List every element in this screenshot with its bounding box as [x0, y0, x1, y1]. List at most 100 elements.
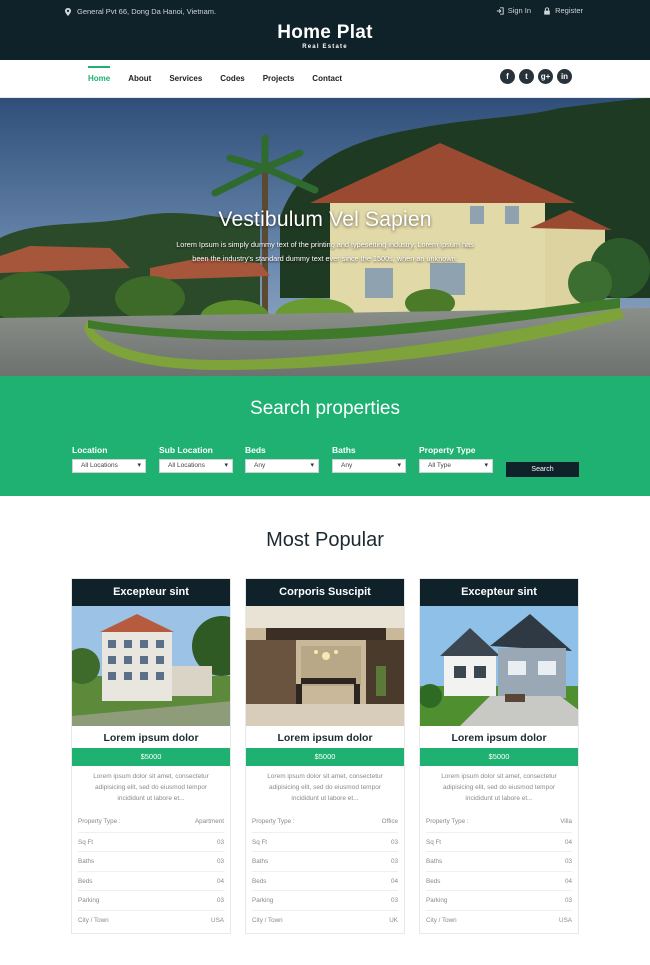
nav-item-home[interactable]: Home	[88, 60, 111, 98]
facebook-icon[interactable]: f	[500, 69, 515, 84]
baths-select[interactable]: Any	[332, 459, 406, 473]
detail-value: Villa	[560, 818, 572, 825]
address-text: General Pvt 66, Dong Da Hanoi, Vietnam.	[77, 7, 217, 16]
sub-location-select[interactable]: All Locations	[159, 459, 233, 473]
search-title: Search properties	[250, 398, 400, 419]
map-marker-icon	[64, 7, 72, 16]
property-card[interactable]: Excepteur sint Lorem ipsum dolor $5000 L…	[419, 578, 579, 934]
social-links: f t g+ in	[500, 69, 572, 84]
search-button[interactable]: Search	[506, 462, 579, 477]
detail-value: 03	[390, 897, 398, 905]
beds-field: Beds Any	[245, 445, 319, 473]
beds-select[interactable]: Any	[245, 459, 319, 473]
detail-label: Sq Ft	[78, 838, 94, 846]
brand-logo[interactable]: Home Plat Real Estate	[0, 22, 650, 50]
price-badge: $5000	[246, 748, 404, 766]
beds-label: Beds	[245, 445, 266, 455]
detail-value: 03	[564, 858, 572, 866]
detail-row: Beds 04	[78, 870, 224, 891]
search-section: Search properties Location All Locations…	[0, 376, 650, 496]
detail-label: Property Type :	[78, 818, 121, 825]
property-description: Lorem ipsum dolor sit amet, consectetur …	[93, 773, 209, 802]
detail-row: Baths 03	[252, 851, 398, 871]
detail-row: Sq Ft 04	[426, 831, 572, 852]
detail-value: Apartment	[194, 818, 224, 825]
property-description: Lorem ipsum dolor sit amet, consectetur …	[441, 773, 557, 802]
property-description: Lorem ipsum dolor sit amet, consectetur …	[267, 773, 383, 802]
hero-title: Vestibulum Vel Sapien	[218, 208, 432, 231]
nav-item-services[interactable]: Services	[169, 60, 202, 98]
address-info: General Pvt 66, Dong Da Hanoi, Vietnam.	[64, 7, 216, 16]
card-heading: Corporis Suscipit	[246, 579, 404, 606]
property-details: Property Type : Villa Sq Ft 04 Baths 03 Bed…	[420, 812, 578, 930]
location-label: Location	[72, 445, 108, 455]
detail-label: Parking	[426, 897, 448, 905]
detail-value: UK	[389, 916, 398, 924]
nav-item-contact[interactable]: Contact	[312, 60, 342, 98]
property-details: Property Type : Apartment Sq Ft 03 Baths 03…	[72, 812, 230, 930]
price-badge: $5000	[72, 748, 230, 766]
price-badge: $5000	[420, 748, 578, 766]
detail-label: Beds	[426, 877, 441, 885]
auth-links: Sign In Register	[496, 6, 583, 15]
property-name: Lorem ipsum dolor	[103, 732, 199, 744]
nav-menu: Home About Services Codes Projects Conta…	[88, 60, 360, 98]
detail-row: Property Type : Apartment	[78, 812, 224, 832]
hero-text: Lorem Ipsum is simply dummy text of the …	[176, 240, 474, 263]
property-image[interactable]	[420, 606, 578, 726]
detail-value: 04	[564, 838, 572, 846]
detail-value: 03	[390, 838, 398, 846]
location-select[interactable]: All Locations	[72, 459, 146, 473]
detail-value: USA	[211, 916, 224, 924]
sign-in-link[interactable]: Sign In	[496, 6, 531, 15]
card-heading: Excepteur sint	[420, 579, 578, 606]
detail-value: Office	[381, 818, 398, 825]
property-type-select[interactable]: All Type	[419, 459, 493, 473]
register-label: Register	[555, 6, 583, 15]
detail-value: 04	[390, 877, 398, 885]
property-image[interactable]	[246, 606, 404, 726]
detail-label: Baths	[426, 858, 443, 866]
most-popular-title: Most Popular	[266, 529, 384, 551]
detail-label: City / Town	[252, 916, 283, 924]
detail-value: 03	[216, 858, 224, 866]
detail-row: Beds 04	[426, 870, 572, 891]
nav-item-codes[interactable]: Codes	[220, 60, 244, 98]
detail-row: City / Town UK	[252, 909, 398, 930]
detail-label: Baths	[78, 858, 95, 866]
google-plus-icon[interactable]: g+	[538, 69, 553, 84]
lock-icon	[544, 6, 550, 15]
baths-field: Baths Any	[332, 445, 406, 473]
detail-label: Property Type :	[252, 818, 295, 825]
property-card[interactable]: Corporis Suscipit Lorem ipsum dolor $500…	[245, 578, 405, 934]
hero-banner: Vestibulum Vel Sapien Lorem Ipsum is sim…	[0, 98, 650, 376]
detail-label: Parking	[78, 897, 100, 905]
property-card[interactable]: Excepteur sint Lorem ipsum dolor $5000 L…	[71, 578, 231, 934]
detail-row: Property Type : Villa	[426, 812, 572, 832]
property-type-field: Property Type All Type	[419, 445, 493, 473]
detail-value: 04	[564, 877, 572, 885]
property-image[interactable]	[72, 606, 230, 726]
twitter-icon[interactable]: t	[519, 69, 534, 84]
nav-item-projects[interactable]: Projects	[263, 60, 295, 98]
detail-value: 04	[216, 877, 224, 885]
detail-value: 03	[390, 858, 398, 866]
detail-label: Sq Ft	[426, 838, 442, 846]
linkedin-icon[interactable]: in	[557, 69, 572, 84]
detail-row: Baths 03	[426, 851, 572, 871]
detail-row: Parking 03	[78, 890, 224, 910]
nav-item-about[interactable]: About	[128, 60, 151, 98]
property-name: Lorem ipsum dolor	[277, 732, 373, 744]
property-type-label: Property Type	[419, 445, 476, 455]
top-header: General Pvt 66, Dong Da Hanoi, Vietnam. …	[0, 0, 650, 60]
detail-row: Beds 04	[252, 870, 398, 891]
detail-row: Baths 03	[78, 851, 224, 871]
detail-row: Sq Ft 03	[78, 831, 224, 852]
property-details: Property Type : Office Sq Ft 03 Baths 03 Be…	[246, 812, 404, 930]
detail-label: Beds	[78, 877, 93, 885]
baths-label: Baths	[332, 445, 356, 455]
brand-subtitle: Real Estate	[302, 44, 348, 50]
detail-label: Parking	[252, 897, 274, 905]
register-link[interactable]: Register	[543, 6, 583, 15]
detail-row: Sq Ft 03	[252, 831, 398, 852]
